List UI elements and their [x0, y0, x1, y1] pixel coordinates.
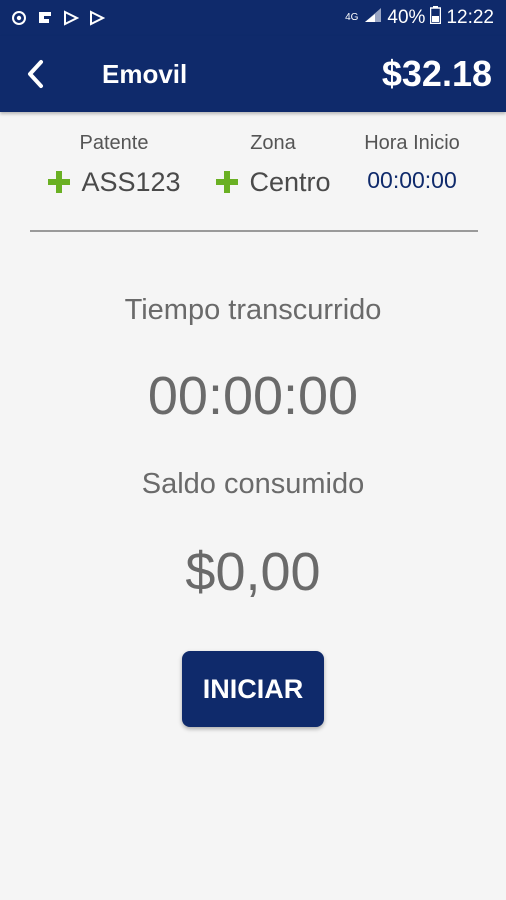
hora-inicio-value: 00:00:00 [367, 166, 457, 193]
battery-level: 40% [387, 7, 426, 28]
app-bar: Emovil $32.18 [0, 36, 506, 112]
flag-icon [62, 9, 80, 27]
plus-icon [216, 171, 239, 193]
start-button[interactable]: INICIAR [182, 651, 324, 727]
page-title: Emovil [102, 59, 188, 89]
status-system-icons: 4G 40% 12:22 [345, 6, 494, 30]
consumed-balance-label: Saldo consumido [141, 468, 365, 500]
network-type: 4G [345, 12, 359, 23]
patente-label: Patente [79, 132, 149, 154]
elapsed-time-value: 00:00:00 [147, 366, 359, 426]
back-button[interactable] [18, 54, 54, 94]
patente-value: ASS123 [81, 166, 181, 197]
patente-selector[interactable]: ASS123 [24, 164, 204, 200]
clock: 12:22 [446, 7, 494, 28]
app-notification-icon [36, 9, 54, 27]
flag-icon [88, 9, 106, 27]
zona-selector[interactable]: Centro [194, 164, 352, 200]
divider [30, 230, 478, 232]
elapsed-time-label: Tiempo transcurrido [124, 294, 382, 326]
status-notification-icons [10, 9, 106, 27]
hora-inicio-section: Hora Inicio 00:00:00 [352, 130, 472, 198]
zona-label: Zona [250, 132, 296, 154]
zona-section: Zona Centro [194, 130, 352, 200]
status-bar: 4G 40% 12:22 [0, 0, 506, 36]
patente-section: Patente ASS123 [24, 130, 204, 200]
hora-inicio-label: Hora Inicio [364, 132, 460, 154]
consumed-balance-value: $0,00 [185, 542, 321, 602]
zona-value: Centro [249, 166, 331, 197]
plus-icon [48, 171, 71, 193]
signal-icon [364, 7, 382, 29]
battery-icon [430, 6, 442, 30]
sync-icon [10, 9, 28, 27]
balance-amount: $32.18 [381, 53, 492, 94]
back-arrow-icon [28, 60, 43, 88]
